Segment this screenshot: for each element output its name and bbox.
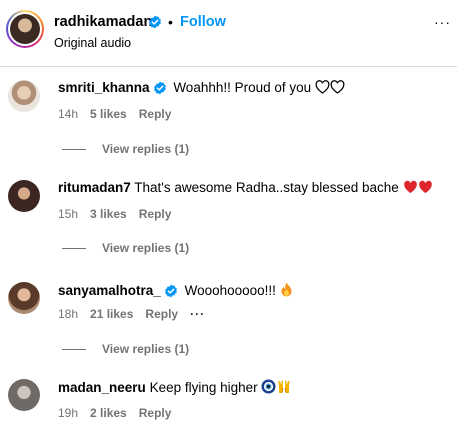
reply-button[interactable]: Reply <box>139 107 172 121</box>
comment-item: smriti_khanna Woahhh!! Proud of you 14h 5… <box>0 78 457 158</box>
follow-button[interactable]: Follow <box>180 14 226 30</box>
comment-likes[interactable]: 2 likes <box>90 406 127 420</box>
white-heart-icon <box>315 80 330 97</box>
separator-dot: • <box>168 14 173 30</box>
comment-likes[interactable]: 3 likes <box>90 207 127 221</box>
comment-line: ritumadan7 That's awesome Radha..stay bl… <box>58 180 433 197</box>
comment-text: Wooohooooo!!! <box>184 283 276 298</box>
replies-line <box>62 248 86 250</box>
comment-time: 14h <box>58 107 79 121</box>
comment-line: madan_neeru Keep flying higher <box>58 379 292 397</box>
red-heart-icon <box>403 180 418 197</box>
white-heart-icon <box>330 80 345 97</box>
comment-meta: 19h 2 likes Reply <box>58 406 183 420</box>
comment-item: madan_neeru Keep flying higher 19h 2 like… <box>0 377 457 422</box>
comment-text: Woahhh!! Proud of you <box>173 80 312 95</box>
comment-username[interactable]: madan_neeru <box>58 380 146 395</box>
more-options-icon[interactable]: ··· <box>434 14 451 30</box>
header-divider <box>0 66 457 67</box>
comment-meta: 14h 5 likes Reply <box>58 107 183 121</box>
comment-item: sanyamalhotra_ Wooohooooo!!! 18h 21 likes… <box>0 280 457 360</box>
comment-meta: 15h 3 likes Reply <box>58 207 183 221</box>
original-audio-link[interactable]: Original audio <box>54 36 131 50</box>
view-replies-label: View replies (1) <box>102 142 190 156</box>
comment-username[interactable]: smriti_khanna <box>58 80 150 95</box>
view-replies-label: View replies (1) <box>102 241 190 255</box>
commenter-avatar[interactable] <box>8 180 40 212</box>
reply-button[interactable]: Reply <box>139 406 172 420</box>
fire-icon <box>280 282 293 300</box>
comment-likes[interactable]: 21 likes <box>90 307 133 321</box>
comment-line: sanyamalhotra_ Wooohooooo!!! <box>58 282 293 301</box>
verified-badge-icon <box>148 15 162 34</box>
comment-likes[interactable]: 5 likes <box>90 107 127 121</box>
profile-avatar[interactable] <box>6 10 44 48</box>
commenter-avatar[interactable] <box>8 80 40 112</box>
comment-username[interactable]: ritumadan7 <box>58 180 131 195</box>
comment-time: 15h <box>58 207 79 221</box>
commenter-avatar[interactable] <box>8 379 40 411</box>
comment-username[interactable]: sanyamalhotra_ <box>58 283 161 298</box>
comment-item: ritumadan7 That's awesome Radha..stay bl… <box>0 178 457 258</box>
view-replies-button[interactable]: View replies (1) <box>62 241 189 255</box>
raising-hands-icon <box>276 379 292 397</box>
comment-meta: 18h 21 likes Reply ··· <box>58 307 217 321</box>
post-header: radhikamadan • Follow Original audio ··· <box>0 0 457 66</box>
verified-badge-icon <box>164 284 178 301</box>
comment-options-icon[interactable]: ··· <box>190 307 205 321</box>
header-username[interactable]: radhikamadan <box>54 14 152 30</box>
comment-line: smriti_khanna Woahhh!! Proud of you <box>58 80 345 98</box>
commenter-avatar[interactable] <box>8 282 40 314</box>
view-replies-label: View replies (1) <box>102 342 190 356</box>
red-heart-icon <box>418 180 433 197</box>
nazar-amulet-icon <box>261 379 276 397</box>
replies-line <box>62 149 86 151</box>
reply-button[interactable]: Reply <box>139 207 172 221</box>
comment-text: Keep flying higher <box>149 380 258 395</box>
verified-badge-icon <box>153 81 167 98</box>
replies-line <box>62 349 86 351</box>
comment-text: That's awesome Radha..stay blessed bache <box>134 180 399 195</box>
view-replies-button[interactable]: View replies (1) <box>62 342 189 356</box>
view-replies-button[interactable]: View replies (1) <box>62 142 189 156</box>
reply-button[interactable]: Reply <box>145 307 178 321</box>
comment-time: 19h <box>58 406 79 420</box>
comment-time: 18h <box>58 307 79 321</box>
